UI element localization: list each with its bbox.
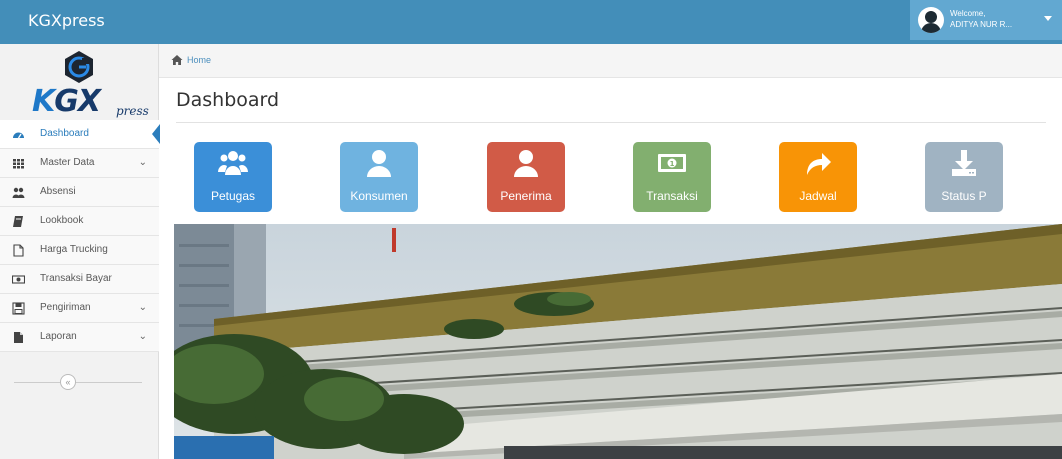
avatar — [918, 7, 944, 33]
tile-jadwal[interactable]: Jadwal — [779, 142, 857, 212]
sidebar-item-pengiriman[interactable]: Pengiriman ⌄ — [0, 294, 159, 323]
banner-photo — [174, 224, 1062, 459]
tile-konsumen[interactable]: Konsumen — [340, 142, 418, 212]
logo-emblem-icon — [65, 51, 93, 83]
tile-petugas[interactable]: Petugas — [194, 142, 272, 212]
svg-text:1: 1 — [670, 160, 675, 168]
welcome-text: Welcome, — [950, 9, 986, 18]
user-name: ADITYA NUR R... — [950, 20, 1013, 29]
tile-transaksi[interactable]: 1 Transaksi — [633, 142, 711, 212]
tile-label: Petugas — [210, 189, 256, 203]
logo-subtext: press — [116, 104, 149, 118]
home-icon — [171, 55, 183, 65]
sidebar-item-lookbook[interactable]: Lookbook — [0, 207, 159, 236]
tile-status[interactable]: Status P — [925, 142, 1003, 212]
user-menu[interactable]: Welcome, ADITYA NUR R... — [910, 0, 1062, 40]
group-icon — [218, 151, 248, 175]
document-icon — [14, 332, 23, 343]
user-icon — [367, 150, 391, 177]
floppy-icon — [12, 302, 25, 315]
tile-label: Status P — [941, 189, 987, 203]
caret-down-icon — [1044, 16, 1052, 21]
sidebar-item-absensi[interactable]: Absensi — [0, 178, 159, 207]
sidebar-collapse: « — [0, 372, 159, 392]
sidebar-item-harga-trucking[interactable]: Harga Trucking — [0, 236, 159, 265]
sidebar-item-label: Laporan — [40, 331, 77, 342]
sidebar-item-label: Harga Trucking — [40, 244, 108, 255]
breadcrumb-home-link[interactable]: Home — [187, 55, 211, 65]
tile-label: Transaksi — [646, 189, 698, 203]
brand-title[interactable]: KGXpress — [28, 11, 105, 30]
sidebar-item-transaksi-bayar[interactable]: Transaksi Bayar — [0, 265, 159, 294]
dashboard-icon — [13, 132, 24, 139]
money-icon — [12, 275, 25, 284]
sidebar-item-dashboard[interactable]: Dashboard — [0, 120, 160, 149]
sidebar-item-label: Master Data — [40, 157, 95, 168]
top-navbar: KGXpress Welcome, ADITYA NUR R... — [0, 0, 1062, 44]
sidebar-item-label: Dashboard — [40, 128, 89, 139]
chevron-down-icon: ⌄ — [138, 157, 147, 168]
sidebar-item-label: Transaksi Bayar — [40, 273, 112, 284]
sidebar-item-master-data[interactable]: Master Data ⌄ — [0, 149, 159, 178]
user-greeting: Welcome, ADITYA NUR R... — [950, 8, 1012, 30]
logo: KGX press — [0, 44, 159, 120]
share-icon — [807, 153, 831, 175]
divider — [176, 122, 1046, 123]
sidebar: KGX press Dashboard Master Data ⌄ Absens… — [0, 44, 160, 459]
chevron-down-icon: ⌄ — [138, 302, 147, 313]
users-icon — [12, 187, 25, 198]
download-icon — [952, 150, 976, 176]
money-icon: 1 — [658, 154, 686, 172]
building-photo — [174, 224, 1062, 459]
file-icon — [13, 244, 24, 257]
user-icon — [514, 150, 538, 177]
sidebar-item-laporan[interactable]: Laporan ⌄ — [0, 323, 159, 352]
book-icon — [13, 216, 23, 227]
sidebar-item-label: Lookbook — [40, 215, 84, 226]
grid-icon — [13, 159, 24, 169]
sidebar-item-label: Absensi — [40, 186, 76, 197]
logo-wordmark: KGX — [32, 84, 101, 119]
page-title: Dashboard — [176, 89, 280, 111]
breadcrumb: Home — [159, 44, 1062, 78]
tile-penerima[interactable]: Penerima — [487, 142, 565, 212]
tile-label: Jadwal — [799, 189, 837, 203]
sidebar-item-label: Pengiriman — [40, 302, 91, 313]
chevron-down-icon: ⌄ — [138, 331, 147, 342]
tile-label: Konsumen — [350, 189, 408, 203]
sidebar-nav: Dashboard Master Data ⌄ Absensi Lookbook… — [0, 120, 160, 352]
collapse-sidebar-button[interactable]: « — [60, 374, 76, 390]
tile-label: Penerima — [500, 189, 552, 203]
divider — [14, 382, 142, 383]
